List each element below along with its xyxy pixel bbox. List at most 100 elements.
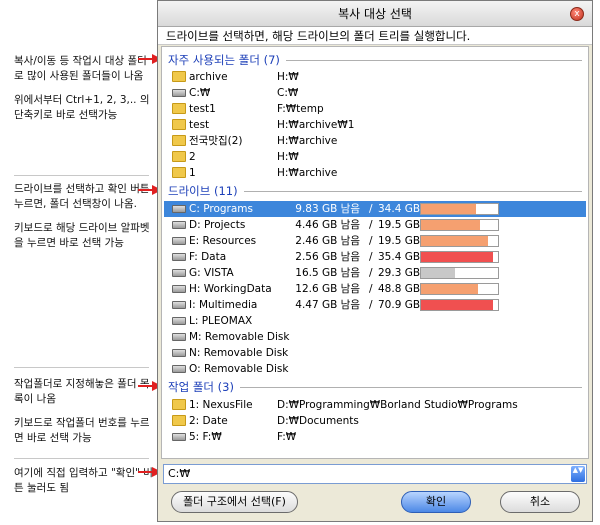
annotation-text: 키보드로 해당 드라이브 알파벳을 누르면 바로 선택 가능 — [14, 222, 150, 249]
list-item[interactable]: test1 F:₩temp — [164, 101, 586, 117]
drive-row[interactable]: G: VISTA 16.5 GB 남음 / 29.3 GB — [164, 265, 586, 281]
drive-icon — [172, 431, 186, 442]
usage-bar-fill — [421, 300, 494, 310]
item-path: H:₩archive — [277, 167, 338, 179]
usage-bar-fill — [421, 268, 455, 278]
drive-row[interactable]: I: Multimedia 4.47 GB 남음 / 70.9 GB — [164, 297, 586, 313]
path-input-value: C:₩ — [168, 467, 191, 480]
browse-folder-button[interactable]: 폴더 구조에서 선택(F) — [171, 491, 298, 513]
separator: / — [369, 251, 373, 263]
item-name: archive — [189, 71, 228, 83]
usage-bar-fill — [421, 252, 493, 262]
ok-button[interactable]: 확인 — [401, 491, 471, 513]
target-list-panel: 자주 사용되는 폴더 (7) archive H:₩ C:₩ C:₩ test1 F:₩t… — [161, 46, 589, 459]
drive-name: M: Removable Disk — [189, 331, 290, 343]
separator: / — [369, 219, 373, 231]
drive-icon — [172, 363, 186, 374]
usage-bar — [420, 251, 499, 263]
usage-bar — [420, 283, 499, 295]
item-name: 5: F:₩ — [189, 431, 222, 443]
folder-icon — [172, 415, 186, 426]
usage-bar — [420, 219, 499, 231]
folder-icon — [172, 399, 186, 410]
item-name: 1 — [189, 167, 196, 179]
drive-icon — [172, 331, 186, 342]
usage-bar — [420, 299, 499, 311]
section-count: (11) — [213, 184, 238, 198]
section-label: 작업 폴더 — [168, 380, 214, 394]
path-input[interactable]: C:₩ ▲▼ — [163, 464, 587, 484]
drive-row[interactable]: D: Projects 4.46 GB 남음 / 19.5 GB — [164, 217, 586, 233]
list-item[interactable]: C:₩ C:₩ — [164, 85, 586, 101]
drive-free-space: 4.47 GB 남음 — [295, 299, 360, 311]
separator: / — [369, 267, 373, 279]
cancel-button[interactable]: 취소 — [500, 491, 580, 513]
list-item[interactable]: 전국맛집(2) H:₩archive — [164, 133, 586, 149]
section-label: 자주 사용되는 폴더 — [168, 53, 260, 67]
annotation-text: 드라이브를 선택하고 확인 버튼 누르면, 폴더 선택창이 나옴. — [14, 183, 150, 210]
item-path: F:₩temp — [277, 103, 324, 115]
dialog-title: 복사 대상 선택 — [338, 7, 412, 21]
drive-row[interactable]: O: Removable Disk — [164, 361, 586, 377]
drive-name: O: Removable Disk — [189, 363, 289, 375]
item-name: C:₩ — [189, 87, 211, 99]
drive-free-space: 12.6 GB 남음 — [295, 283, 360, 295]
drive-name: E: Resources — [189, 235, 257, 247]
annotation-divider — [14, 458, 149, 459]
usage-bar — [420, 267, 499, 279]
list-item[interactable]: 1: NexusFile D:₩Programming₩Borland Studi… — [164, 397, 586, 413]
folder-icon — [172, 135, 186, 146]
section-favorites-header: 자주 사용되는 폴더 (7) — [168, 52, 582, 68]
annotation-favorites: 복사/이동 등 작업시 대상 폴더로 많이 사용된 폴더들이 나옴 위에서부터 … — [14, 54, 154, 123]
usage-bar — [420, 235, 499, 247]
annotation-text: 위에서부터 Ctrl+1, 2, 3,.. 의 단축키로 바로 선택가능 — [14, 94, 150, 121]
item-name: 1: NexusFile — [189, 399, 253, 411]
drive-row[interactable]: C: Programs 9.83 GB 남음 / 34.4 GB — [164, 201, 586, 217]
item-name: 2 — [189, 151, 196, 163]
drive-row[interactable]: E: Resources 2.46 GB 남음 / 19.5 GB — [164, 233, 586, 249]
copy-target-dialog: 복사 대상 선택 x 드라이브를 선택하면, 해당 드라이브의 폴더 트리를 실… — [157, 0, 593, 522]
annotation-input: 여기에 직접 입력하고 "확인" 버튼 눌러도 됨 — [14, 466, 154, 496]
item-name: 2: Date — [189, 415, 228, 427]
list-item[interactable]: 2: Date D:₩Documents — [164, 413, 586, 429]
close-icon[interactable]: x — [570, 7, 584, 21]
item-name: test — [189, 119, 210, 131]
drive-row[interactable]: H: WorkingData 12.6 GB 남음/48.8 GB — [164, 281, 586, 297]
separator: / — [369, 299, 373, 311]
list-item[interactable]: 5: F:₩ F:₩ — [164, 429, 586, 445]
spinner-icon[interactable]: ▲▼ — [571, 466, 585, 482]
folder-icon — [172, 103, 186, 114]
annotation-text: 여기에 직접 입력하고 "확인" 버튼 눌러도 됨 — [14, 467, 153, 494]
folder-icon — [172, 119, 186, 130]
annotation-text: 작업폴더로 지정해놓은 폴더 목록이 나옴 — [14, 378, 150, 405]
item-path: H:₩archive — [277, 135, 338, 147]
item-path: H:₩ — [277, 71, 299, 83]
section-label: 드라이브 — [168, 184, 211, 198]
drive-name: I: Multimedia — [189, 299, 258, 311]
drive-total-size: 35.4 GB — [378, 251, 421, 263]
list-item[interactable]: archive H:₩ — [164, 69, 586, 85]
item-path: D:₩Programming₩Borland Studio₩Programs — [277, 399, 518, 411]
drive-row[interactable]: N: Removable Disk — [164, 345, 586, 361]
drive-row[interactable]: F: Data 2.56 GB 남음 / 35.4 GB — [164, 249, 586, 265]
section-drives-header: 드라이브 (11) — [168, 183, 582, 199]
item-name: 전국맛집(2) — [189, 135, 243, 147]
dialog-subtitle: 드라이브를 선택하면, 해당 드라이브의 폴더 트리를 실행합니다. — [158, 27, 592, 45]
drive-total-size: 70.9 GB — [378, 299, 421, 311]
drive-name: G: VISTA — [189, 267, 234, 279]
list-item[interactable]: 1 H:₩archive — [164, 165, 586, 181]
list-item[interactable]: test H:₩archive₩1 — [164, 117, 586, 133]
drive-icon — [172, 235, 186, 246]
list-item[interactable]: 2 H:₩ — [164, 149, 586, 165]
drive-total-size: 29.3 GB — [378, 267, 421, 279]
annotation-drives: 드라이브를 선택하고 확인 버튼 누르면, 폴더 선택창이 나옴. 키보드로 해… — [14, 182, 154, 251]
item-path: H:₩ — [277, 151, 299, 163]
drive-icon — [172, 251, 186, 262]
folder-icon — [172, 167, 186, 178]
separator: / — [369, 283, 373, 295]
drive-row[interactable]: L: PLEOMAX — [164, 313, 586, 329]
drive-row[interactable]: M: Removable Disk — [164, 329, 586, 345]
drive-free-space: 4.46 GB 남음 — [295, 219, 360, 231]
drive-icon — [172, 283, 186, 294]
drive-free-space: 2.56 GB 남음 — [295, 251, 360, 263]
